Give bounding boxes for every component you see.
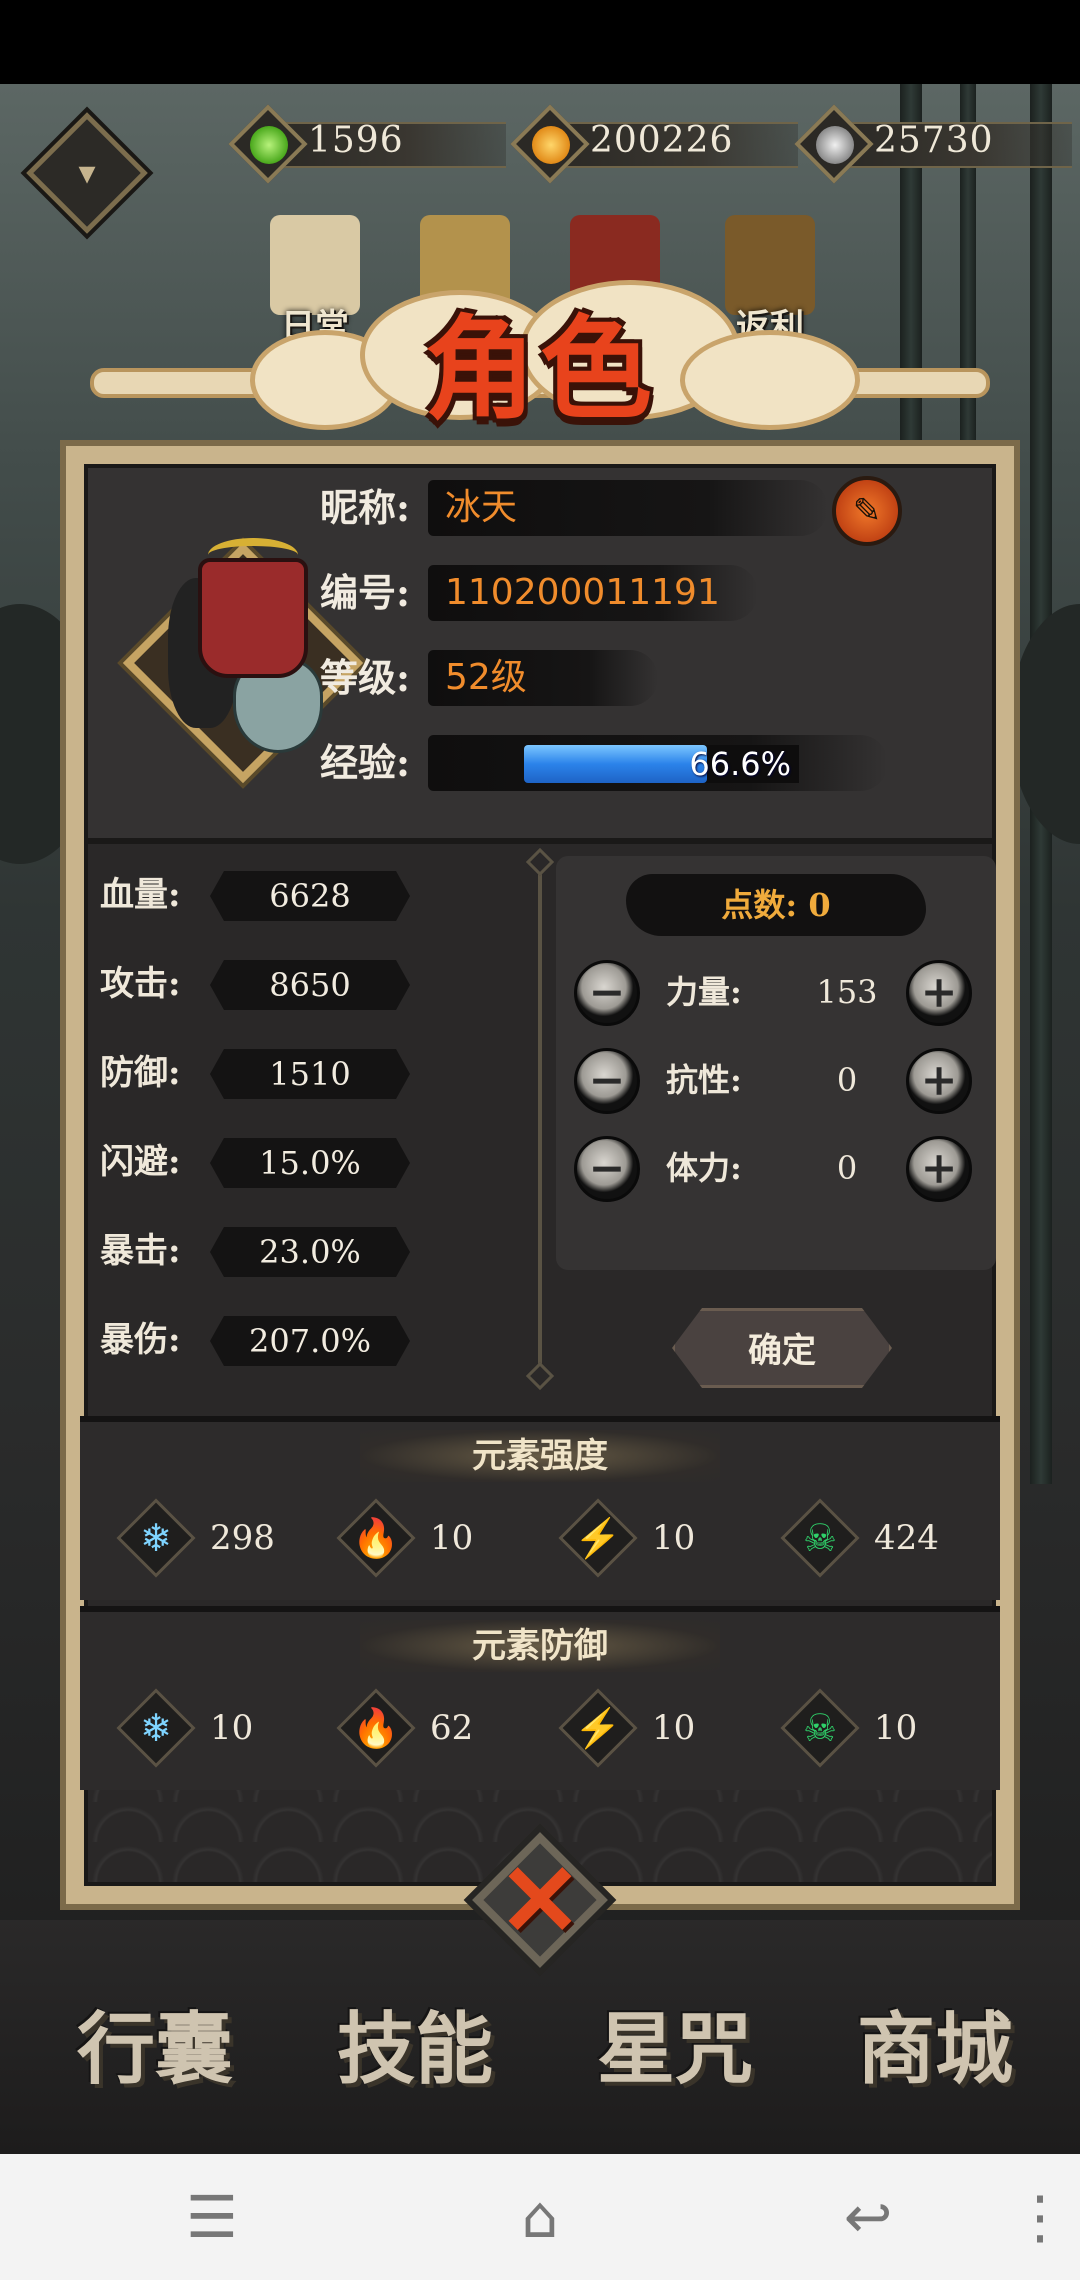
attr-row-resistance: − 抗性: 0 + <box>556 1040 996 1120</box>
ice-snowflake-icon: ❄ <box>140 1706 172 1750</box>
currency-jade: 1596 <box>228 104 510 184</box>
ice-snowflake-icon: ❄ <box>140 1516 172 1560</box>
brush-icon: ✎ <box>852 491 882 531</box>
attr-row-stamina: − 体力: 0 + <box>556 1128 996 1208</box>
element-strength-fire: 🔥 10 <box>336 1498 536 1578</box>
poison-skull-icon: ☠ <box>802 1706 838 1750</box>
confirm-label: 确定 <box>748 1331 816 1371</box>
id-value: 110200011191 <box>445 572 720 613</box>
stat-row-crit: 暴击: 23.0% <box>100 1221 420 1281</box>
panel-title: 角色 <box>424 304 656 435</box>
element-defense-title: 元素防御 <box>360 1620 720 1672</box>
poison-skull-icon: ☠ <box>802 1516 838 1560</box>
currency-silver-value: 25730 <box>874 120 994 161</box>
id-label: 编号: <box>320 570 411 615</box>
level-label: 等级: <box>320 655 411 700</box>
stat-row-dodge: 闪避: 15.0% <box>100 1132 420 1192</box>
stat-value: 23.0% <box>259 1233 361 1271</box>
level-row: 等级: 52级 <box>320 648 880 708</box>
currency-jade-value: 1596 <box>308 120 404 161</box>
stat-row-attack: 攻击: 8650 <box>100 954 420 1014</box>
stamina-plus-button[interactable]: + <box>906 1136 972 1202</box>
silver-swirl-icon <box>816 126 854 164</box>
confirm-button[interactable]: 确定 <box>672 1308 892 1388</box>
tab-daily[interactable]: 日常 <box>260 215 370 347</box>
resistance-plus-button[interactable]: + <box>906 1048 972 1114</box>
stat-row-defense: 防御: 1510 <box>100 1043 420 1103</box>
edit-nickname-button[interactable]: ✎ <box>832 476 902 546</box>
element-defense-ice: ❄ 10 <box>116 1688 316 1768</box>
element-strength-poison: ☠ 424 <box>780 1498 980 1578</box>
element-defense-section: 元素防御 ❄ 10 🔥 62 ⚡ 10 ☠ 10 <box>80 1606 1000 1790</box>
element-strength-title: 元素强度 <box>360 1430 720 1482</box>
points-allocation-box: 点数: 0 − 力量: 153 + − 抗性: 0 + − 体力: 0 + <box>556 856 996 1270</box>
stat-value: 6628 <box>269 877 351 915</box>
plus-icon: + <box>920 1055 958 1106</box>
plus-icon: + <box>920 967 958 1018</box>
green-jade-icon <box>250 126 288 164</box>
element-strength-ice: ❄ 298 <box>116 1498 316 1578</box>
fire-icon: 🔥 <box>352 1706 400 1750</box>
stamina-value: 0 <box>836 1149 858 1187</box>
home-icon[interactable]: ⌂ <box>500 2182 580 2252</box>
close-icon: ✕ <box>498 1841 582 1959</box>
element-defense-lightning: ⚡ 10 <box>558 1688 758 1768</box>
stats-scrollbar[interactable] <box>538 858 542 1378</box>
stat-row-hp: 血量: 6628 <box>100 865 420 925</box>
system-navigation-bar: ☰ ⌂ ↩ ⋮ <box>0 2154 1080 2280</box>
stat-value: 15.0% <box>259 1144 361 1182</box>
currency-gold-value: 200226 <box>590 120 734 161</box>
nickname-label: 昵称: <box>320 485 411 530</box>
stamina-minus-button[interactable]: − <box>574 1136 640 1202</box>
close-button[interactable]: ✕ <box>470 1830 610 1970</box>
strength-plus-button[interactable]: + <box>906 960 972 1026</box>
element-defense-fire: 🔥 62 <box>336 1688 536 1768</box>
chevron-down-icon: ▾ <box>78 153 96 193</box>
gold-coin-icon <box>532 126 570 164</box>
currency-silver: 25730 <box>794 104 1080 184</box>
main-menu-button[interactable]: ▾ <box>22 108 152 238</box>
element-defense-poison: ☠ 10 <box>780 1688 980 1768</box>
minus-icon: − <box>588 1143 626 1194</box>
more-options-icon[interactable]: ⋮ <box>1010 2182 1070 2252</box>
exp-progress-text: 66.6% <box>689 745 791 783</box>
exp-label: 经验: <box>320 740 411 785</box>
menu-star-spells[interactable]: 星咒 <box>560 1980 790 2120</box>
cloud-decoration <box>680 330 860 430</box>
strength-value: 153 <box>816 973 878 1011</box>
fire-icon: 🔥 <box>352 1516 400 1560</box>
element-strength-lightning: ⚡ 10 <box>558 1498 758 1578</box>
resistance-minus-button[interactable]: − <box>574 1048 640 1114</box>
stat-value: 8650 <box>269 966 351 1004</box>
resistance-value: 0 <box>836 1061 858 1099</box>
lightning-icon: ⚡ <box>574 1516 622 1560</box>
stat-value: 207.0% <box>248 1322 371 1360</box>
stat-row-crit-damage: 暴伤: 207.0% <box>100 1310 420 1370</box>
strength-minus-button[interactable]: − <box>574 960 640 1026</box>
points-label: 点数: 0 <box>721 886 831 924</box>
status-bar <box>0 0 1080 84</box>
plus-icon: + <box>920 1143 958 1194</box>
menu-shop[interactable]: 商城 <box>820 1980 1050 2120</box>
back-icon[interactable]: ↩ <box>828 2182 908 2252</box>
element-strength-section: 元素强度 ❄ 298 🔥 10 ⚡ 10 ☠ 424 <box>80 1416 1000 1600</box>
lightning-icon: ⚡ <box>574 1706 622 1750</box>
menu-bag[interactable]: 行囊 <box>40 1980 270 2120</box>
minus-icon: − <box>588 1055 626 1106</box>
menu-icon[interactable]: ☰ <box>172 2182 252 2252</box>
minus-icon: − <box>588 967 626 1018</box>
stat-value: 1510 <box>269 1055 351 1093</box>
id-row: 编号: 110200011191 <box>320 563 880 623</box>
currency-gold: 200226 <box>510 104 802 184</box>
exp-progress-bar: 66.6% <box>524 745 799 783</box>
nickname-row: 昵称: 冰天 <box>320 478 880 538</box>
nickname-value: 冰天 <box>445 487 518 528</box>
level-value: 52级 <box>445 657 527 698</box>
attr-row-strength: − 力量: 153 + <box>556 952 996 1032</box>
menu-skills[interactable]: 技能 <box>300 1980 530 2120</box>
